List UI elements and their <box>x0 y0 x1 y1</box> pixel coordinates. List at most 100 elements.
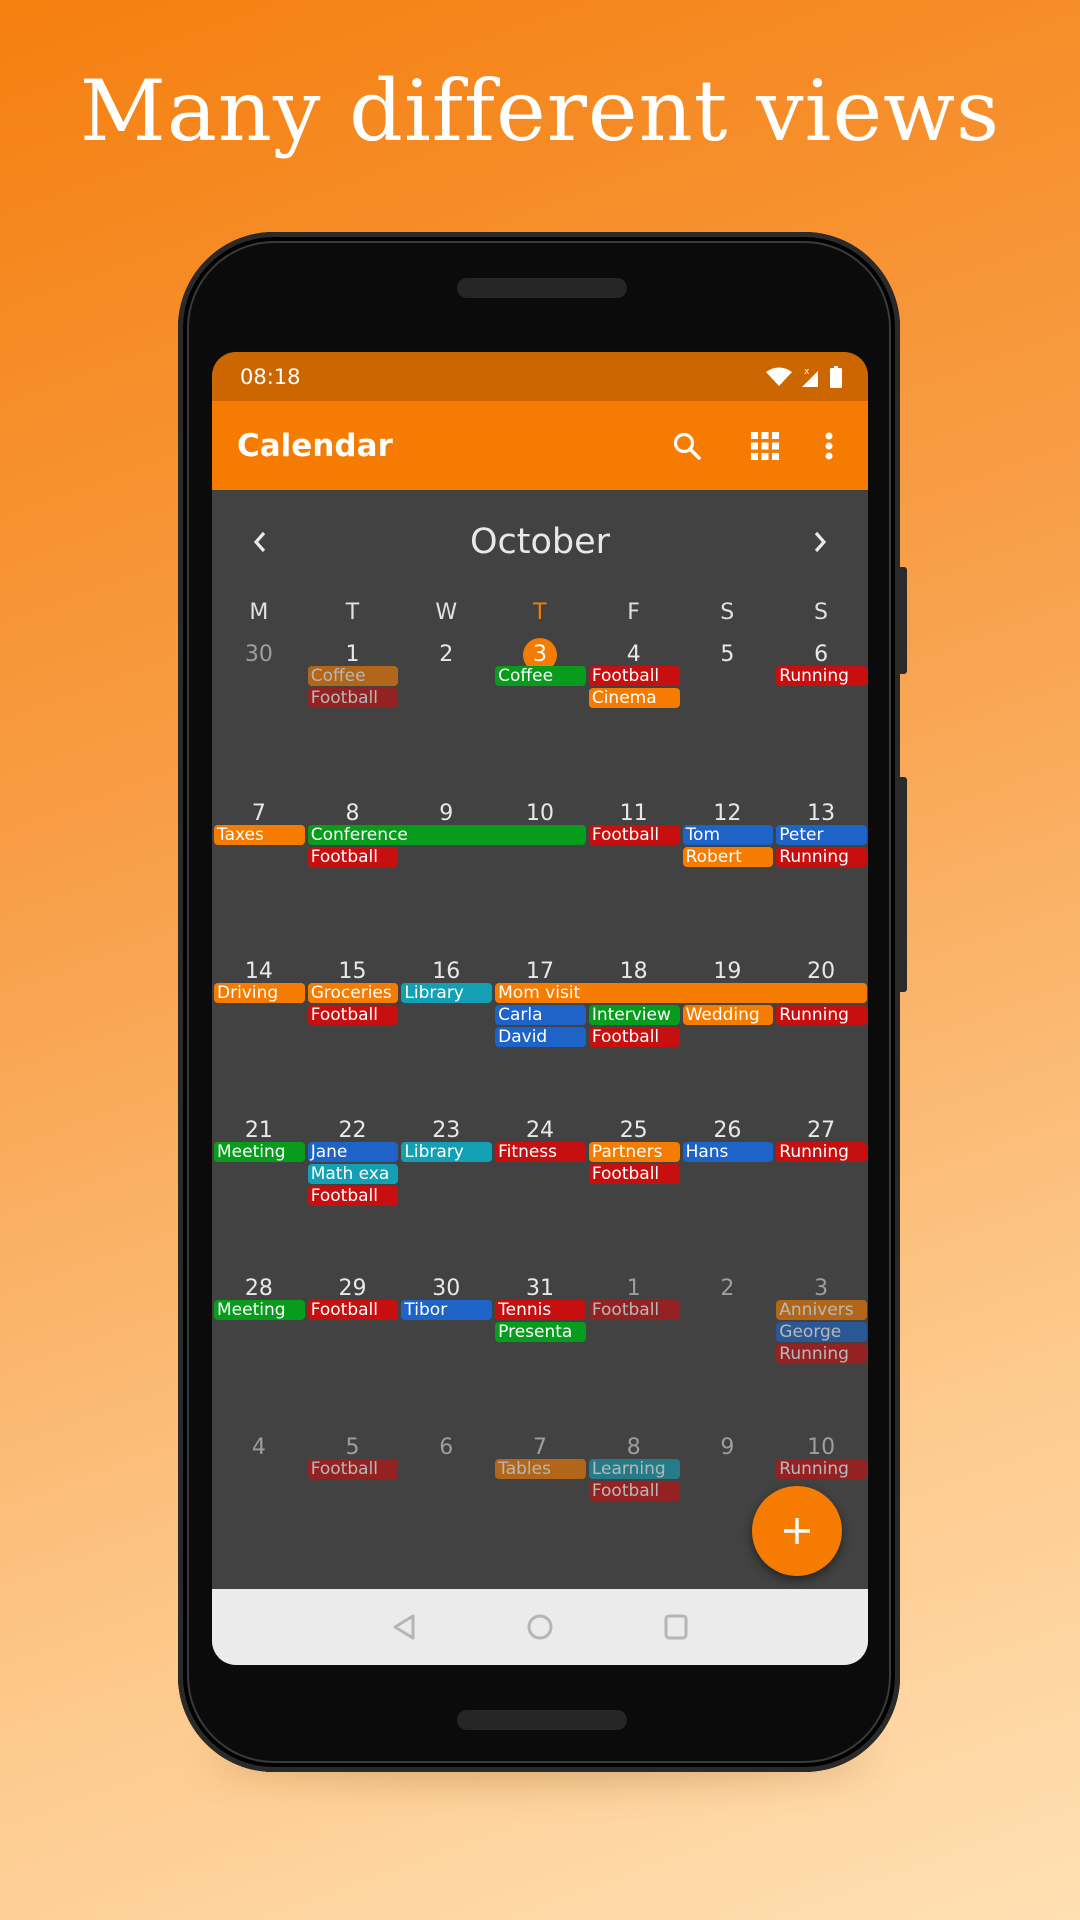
day-number: 31 <box>525 1276 554 1301</box>
day-number: 7 <box>532 1434 547 1460</box>
event-chip[interactable]: Football <box>307 1185 399 1206</box>
back-icon <box>393 1614 415 1640</box>
power-button <box>898 567 907 674</box>
event-chip[interactable]: Running <box>776 1344 867 1364</box>
day-cell[interactable]: 2 <box>681 1274 775 1304</box>
event-chip[interactable]: Tibor <box>401 1300 493 1320</box>
system-nav-bar <box>212 1589 868 1665</box>
week-row: 28 29 30 31 1 2 3 Meeting Football Tibor Tennis Pre… <box>212 1266 868 1425</box>
bottom-speaker <box>457 1710 627 1730</box>
month-navigation: October <box>212 512 868 572</box>
month-label[interactable]: October <box>470 522 610 562</box>
weekday-label: M <box>249 600 269 625</box>
day-number: 23 <box>432 1117 461 1143</box>
event-chip[interactable]: Mom visit <box>495 983 867 1003</box>
event-chip[interactable]: Taxes <box>214 824 305 845</box>
day-number: 1 <box>345 642 360 667</box>
event-chip[interactable]: Football <box>588 1480 680 1501</box>
event-chip[interactable]: George <box>776 1322 867 1342</box>
day-number: 12 <box>713 800 742 826</box>
event-chip[interactable]: Football <box>307 1458 399 1479</box>
search-button[interactable] <box>658 417 716 475</box>
day-number: 9 <box>439 800 454 826</box>
signal-icon: x <box>802 367 818 387</box>
day-number: 8 <box>626 1434 641 1460</box>
day-number: 24 <box>525 1117 554 1143</box>
day-number: 28 <box>244 1276 273 1301</box>
event-chip[interactable]: Conference <box>307 824 586 845</box>
event-chip[interactable]: Jane <box>307 1141 399 1162</box>
day-number: 5 <box>345 1434 360 1460</box>
next-month-button[interactable] <box>800 522 840 562</box>
day-number: 30 <box>244 642 273 667</box>
day-number: 22 <box>338 1117 367 1143</box>
event-chip[interactable]: Football <box>588 1027 680 1047</box>
event-chip[interactable]: Coffee <box>307 666 399 686</box>
event-chip[interactable]: Running <box>776 846 867 867</box>
event-chip[interactable]: Running <box>776 666 867 686</box>
event-chip[interactable]: Football <box>588 1163 680 1184</box>
add-event-button[interactable] <box>752 1486 842 1576</box>
event-chip[interactable]: Football <box>307 1005 399 1025</box>
day-number: 3 <box>814 1276 829 1301</box>
event-chip[interactable]: Driving <box>214 983 305 1003</box>
day-cell[interactable]: 30 <box>212 640 306 670</box>
day-number: 10 <box>525 800 554 826</box>
event-chip[interactable]: David <box>495 1027 586 1047</box>
event-chip[interactable]: Learning <box>588 1458 680 1479</box>
event-chip[interactable]: Football <box>588 824 680 845</box>
event-chip[interactable]: Football <box>307 688 399 708</box>
previous-month-button[interactable] <box>240 522 280 562</box>
day-number: 18 <box>619 959 648 984</box>
event-chip[interactable]: Football <box>307 846 399 867</box>
day-cell[interactable]: 4 <box>212 1433 306 1463</box>
chevron-left-icon <box>253 531 266 553</box>
change-view-button[interactable] <box>736 417 794 475</box>
event-chip[interactable]: Robert <box>682 846 774 867</box>
event-chip[interactable]: Tom <box>682 824 774 845</box>
day-cell[interactable]: 5 <box>681 640 775 670</box>
day-number: 16 <box>432 959 461 984</box>
headline: Many different views <box>79 62 1001 160</box>
event-chip[interactable]: Running <box>776 1141 867 1162</box>
day-number: 10 <box>807 1434 836 1460</box>
weekday-label: T <box>345 600 360 625</box>
day-cell[interactable]: 6 <box>399 1433 493 1463</box>
event-chip[interactable]: Running <box>776 1458 867 1479</box>
event-chip[interactable]: Coffee <box>495 666 586 686</box>
plus-icon <box>784 1518 810 1544</box>
event-chip[interactable]: Peter <box>776 824 867 845</box>
day-number: 30 <box>432 1276 461 1301</box>
event-chip[interactable]: Carla <box>495 1005 586 1025</box>
event-chip[interactable]: Partners <box>588 1141 680 1162</box>
weekday-label: S <box>813 600 828 625</box>
weekday-label: T <box>533 600 547 625</box>
event-chip[interactable]: Tennis <box>495 1300 586 1320</box>
event-chip[interactable]: Football <box>307 1300 399 1320</box>
event-chip[interactable]: Football <box>588 1300 680 1320</box>
home-button[interactable] <box>522 1609 558 1645</box>
recents-button[interactable] <box>658 1609 694 1645</box>
more-options-button[interactable] <box>814 417 844 475</box>
event-chip[interactable]: Tables <box>495 1458 586 1479</box>
event-chip[interactable]: Wedding <box>682 1005 774 1025</box>
event-chip[interactable]: Library <box>401 1141 493 1162</box>
event-chip[interactable]: Hans <box>682 1141 774 1162</box>
event-chip[interactable]: Meeting <box>214 1300 305 1320</box>
event-chip[interactable]: Math exa <box>307 1163 399 1184</box>
event-chip[interactable]: Running <box>776 1005 867 1025</box>
day-number: 13 <box>807 800 836 826</box>
event-chip[interactable]: Annivers <box>776 1300 867 1320</box>
event-chip[interactable]: Cinema <box>588 688 680 708</box>
week-row: 21 22 23 24 25 26 27 Meeting Jane Math exa Footbal… <box>212 1108 868 1267</box>
event-chip[interactable]: Interview <box>588 1005 680 1025</box>
event-chip[interactable]: Library <box>401 983 493 1003</box>
day-cell[interactable]: 9 <box>681 1433 775 1463</box>
event-chip[interactable]: Fitness <box>495 1141 586 1162</box>
event-chip[interactable]: Meeting <box>214 1141 305 1162</box>
event-chip[interactable]: Groceries <box>307 983 399 1003</box>
day-cell[interactable]: 2 <box>399 640 493 670</box>
event-chip[interactable]: Presenta <box>495 1322 586 1342</box>
event-chip[interactable]: Football <box>588 666 680 686</box>
back-button[interactable] <box>386 1609 422 1645</box>
